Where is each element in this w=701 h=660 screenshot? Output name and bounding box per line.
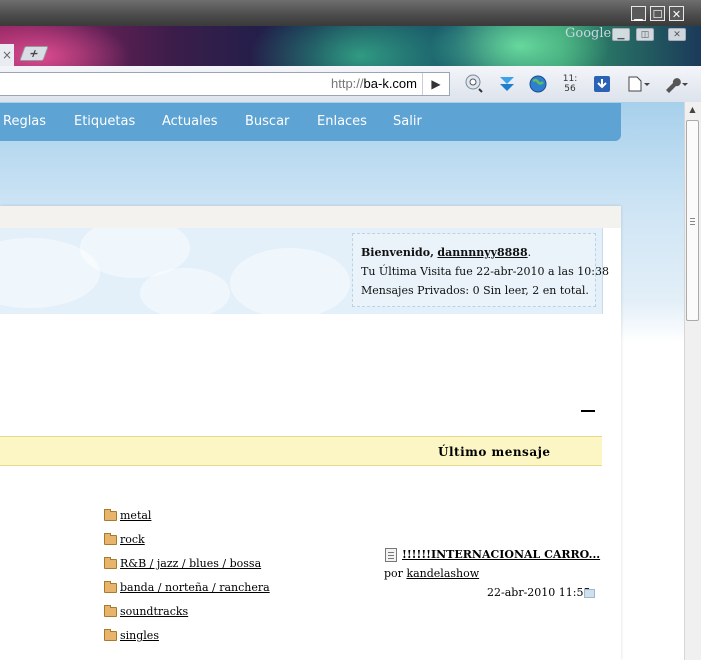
last-post-date: 22-abr-2010 11:55 xyxy=(487,586,591,599)
subforum-item[interactable]: soundtracks xyxy=(104,605,188,619)
subforum-link[interactable]: soundtracks xyxy=(120,605,188,619)
folder-icon xyxy=(104,557,117,569)
subforum-item[interactable]: R&B / jazz / blues / bossa xyxy=(104,557,261,571)
inner-close-button[interactable]: ✕ xyxy=(668,28,686,41)
theme-google-label: Google xyxy=(565,26,612,41)
username-link[interactable]: dannnnyy8888 xyxy=(437,246,527,259)
inner-minimize-button[interactable]: ▁ xyxy=(612,28,630,41)
cloud-decoration xyxy=(140,268,230,314)
last-visit-text: Tu Última Visita fue 22-abr-2010 a las 1… xyxy=(361,265,609,278)
clock-widget: 11: 56 xyxy=(562,74,578,94)
private-messages-text[interactable]: Mensajes Privados: 0 Sin leer, 2 en tota… xyxy=(361,284,589,298)
folder-icon xyxy=(104,605,117,617)
forum-table-header: Último mensaje xyxy=(0,436,602,466)
welcome-greeting: Bienvenido, xyxy=(361,246,434,259)
folder-icon xyxy=(104,629,117,641)
last-post-column-header: Último mensaje xyxy=(438,445,551,459)
downloads-arrow-icon[interactable] xyxy=(591,72,613,96)
folder-icon xyxy=(104,581,117,593)
content-panel-top xyxy=(0,206,621,228)
download-extension-icon[interactable] xyxy=(496,72,518,96)
search-extension-icon[interactable] xyxy=(462,72,486,96)
post-document-icon xyxy=(385,548,397,562)
globe-icon[interactable] xyxy=(527,72,549,96)
close-window-button[interactable]: ✕ xyxy=(669,6,684,21)
nav-actuales[interactable]: Actuales xyxy=(162,103,218,141)
welcome-period: . xyxy=(527,246,532,259)
subforum-item[interactable]: singles xyxy=(104,629,159,643)
url-host: ba-k.com xyxy=(363,76,417,91)
view-post-icon[interactable] xyxy=(584,589,595,598)
last-post-author-line: por kandelashow xyxy=(384,566,479,582)
page-menu-icon[interactable] xyxy=(624,72,654,96)
collapse-minus-icon[interactable] xyxy=(581,410,595,412)
subforum-link[interactable]: rock xyxy=(120,533,145,547)
welcome-box: Bienvenido, dannnnyy8888. Tu Última Visi… xyxy=(352,233,609,307)
url-protocol: http:// xyxy=(331,76,364,91)
address-bar[interactable]: http://ba-k.com ▶ xyxy=(0,72,450,96)
scrollbar-thumb[interactable] xyxy=(686,120,699,321)
subforum-link[interactable]: metal xyxy=(120,509,151,523)
subforum-item[interactable]: rock xyxy=(104,533,145,547)
address-url[interactable]: http://ba-k.com xyxy=(331,73,417,95)
subforum-link[interactable]: singles xyxy=(120,629,159,643)
tab-strip: × + Google ▁ ◫ ✕ xyxy=(0,26,701,66)
folder-icon xyxy=(104,509,117,521)
main-nav: Reglas Etiquetas Actuales Buscar Enlaces… xyxy=(0,103,621,141)
nav-reglas[interactable]: Reglas xyxy=(3,103,46,141)
inner-restore-button[interactable]: ◫ xyxy=(636,28,654,41)
nav-etiquetas[interactable]: Etiquetas xyxy=(74,103,135,141)
subforum-link[interactable]: banda / norteña / ranchera xyxy=(120,581,270,595)
window-titlebar: ▁ ☐ ✕ xyxy=(0,0,701,26)
new-tab-button[interactable]: + xyxy=(19,46,49,61)
subforum-link[interactable]: R&B / jazz / blues / bossa xyxy=(120,557,261,571)
folder-icon xyxy=(104,533,117,545)
nav-enlaces[interactable]: Enlaces xyxy=(317,103,367,141)
tab-close-icon[interactable]: × xyxy=(0,44,14,66)
author-link[interactable]: kandelashow xyxy=(406,567,479,580)
cloud-decoration xyxy=(230,248,350,314)
last-post-title-link[interactable]: !!!!!!INTERNACIONAL CARRO... xyxy=(402,547,600,563)
nav-buscar[interactable]: Buscar xyxy=(245,103,289,141)
nav-salir[interactable]: Salir xyxy=(393,103,422,141)
subforum-item[interactable]: metal xyxy=(104,509,151,523)
minimize-button[interactable]: ▁ xyxy=(631,6,646,21)
by-label: por xyxy=(384,567,403,580)
go-button[interactable]: ▶ xyxy=(422,73,449,95)
wrench-menu-icon[interactable] xyxy=(662,72,692,96)
welcome-line: Bienvenido, dannnnyy8888. xyxy=(361,246,531,260)
scroll-up-arrow[interactable]: ▲ xyxy=(684,102,701,118)
subforum-item[interactable]: banda / norteña / ranchera xyxy=(104,581,270,595)
maximize-button[interactable]: ☐ xyxy=(650,6,665,21)
